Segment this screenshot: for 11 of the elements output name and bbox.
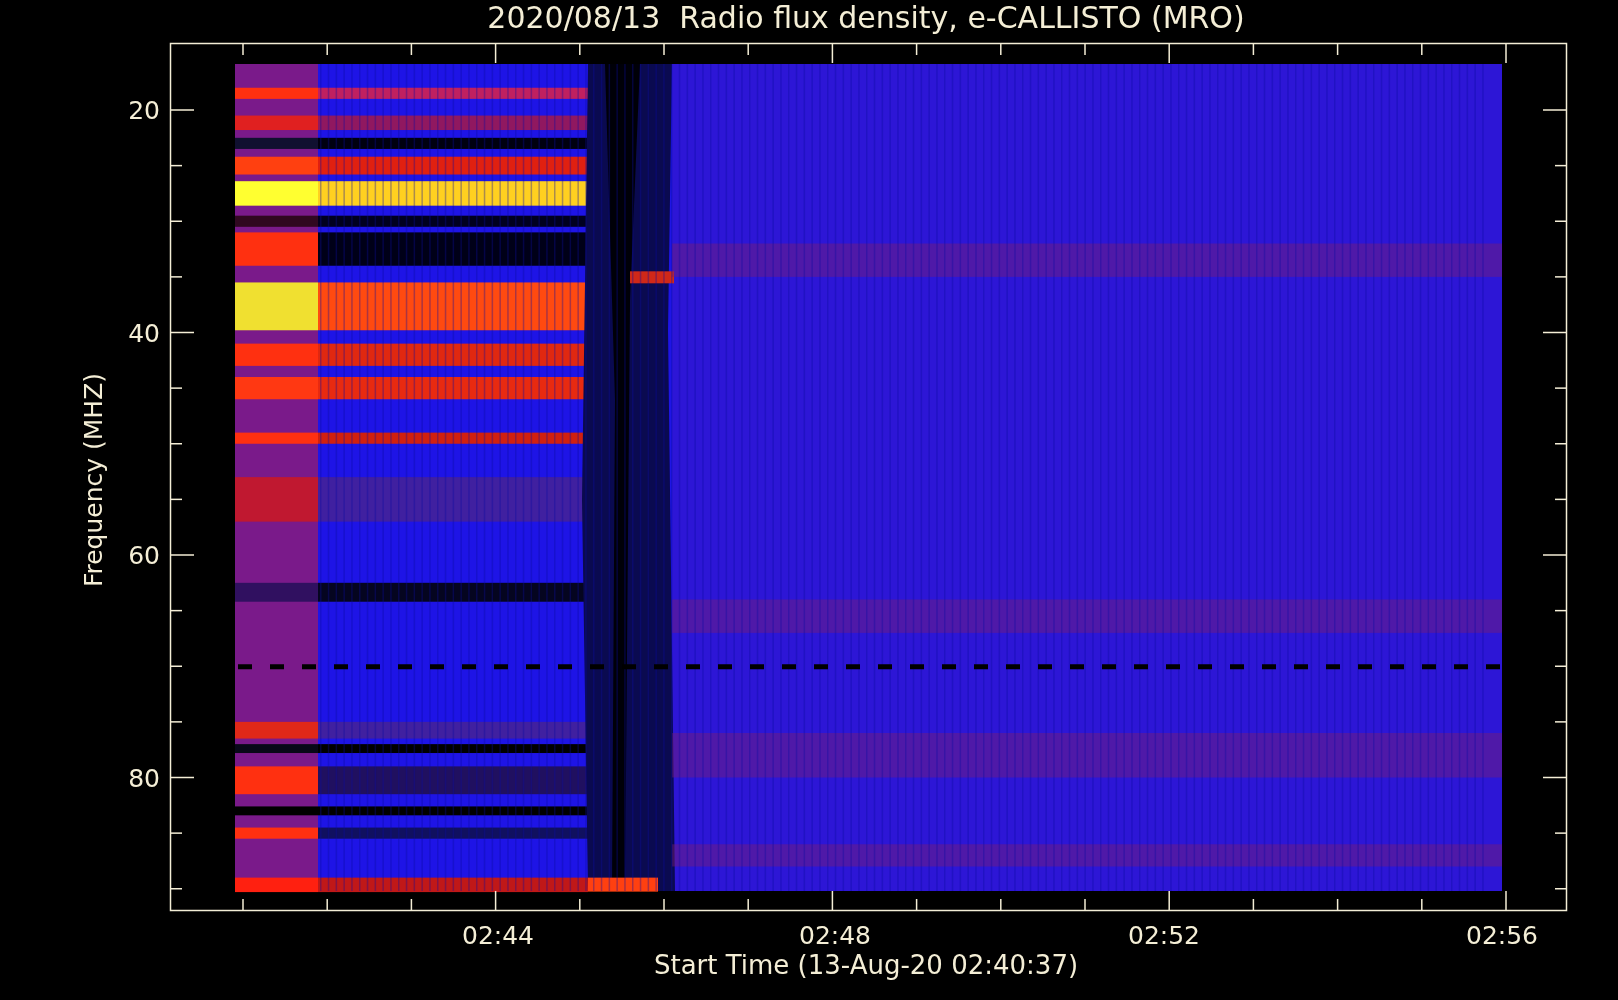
chart-title: 2020/08/13 Radio flux density, e-CALLISTO (MRO) bbox=[487, 3, 1245, 33]
x-axis-label: Start Time (13-Aug-20 02:40:37) bbox=[653, 952, 1079, 978]
y-axis-tick-label: 80 bbox=[128, 765, 160, 790]
x-axis-tick-label: 02:44 bbox=[462, 923, 534, 948]
y-axis-tick-label: 20 bbox=[128, 97, 160, 123]
x-axis-tick-label: 02:48 bbox=[799, 923, 871, 948]
y-axis-tick-label: 40 bbox=[128, 320, 160, 345]
y-axis-tick-label: 60 bbox=[128, 542, 160, 568]
x-axis-tick-label: 02:52 bbox=[1128, 923, 1200, 948]
x-axis-tick-label: 02:56 bbox=[1466, 923, 1538, 948]
y-axis-label: Frequency (MHZ) bbox=[80, 372, 106, 588]
